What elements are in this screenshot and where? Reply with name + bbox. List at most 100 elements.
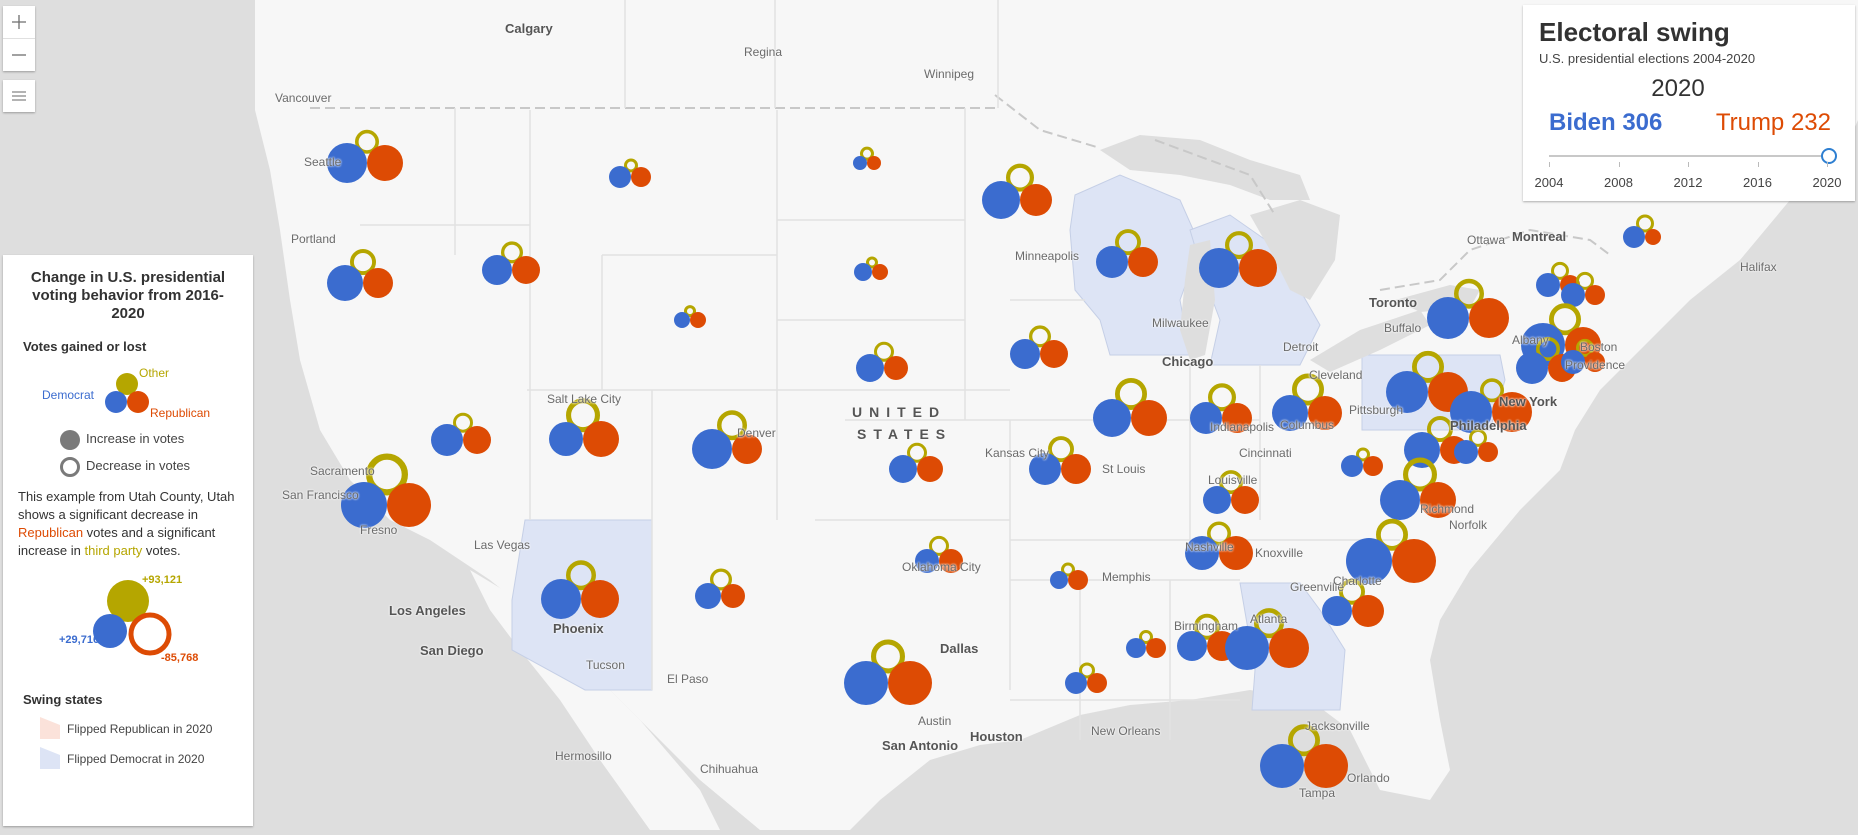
city-label: New York [1499,394,1558,409]
republican-votes-circle[interactable] [1087,673,1107,693]
democrat-votes-circle[interactable] [695,583,721,609]
democrat-votes-circle[interactable] [1536,273,1560,297]
democrat-votes-circle[interactable] [1093,399,1131,437]
democrat-votes-circle[interactable] [549,422,583,456]
zoom-in-button[interactable] [3,6,35,38]
republican-votes-circle[interactable] [1585,285,1605,305]
slider-tick-label[interactable]: 2004 [1535,175,1564,190]
republican-votes-circle[interactable] [1131,400,1167,436]
city-label: Phoenix [553,621,604,636]
example-dem-value: +29,716 [59,634,100,646]
republican-votes-circle[interactable] [387,483,431,527]
year-slider-thumb[interactable] [1821,148,1837,164]
electoral-swing-panel: Electoral swing U.S. presidential electi… [1523,5,1855,201]
republican-votes-circle[interactable] [583,421,619,457]
republican-votes-circle[interactable] [1231,486,1259,514]
republican-votes-circle[interactable] [1363,456,1383,476]
republican-votes-circle[interactable] [690,312,706,328]
republican-votes-circle[interactable] [1352,595,1384,627]
example-rep-value: -85,768 [161,652,199,664]
republican-votes-circle[interactable] [917,456,943,482]
republican-votes-circle[interactable] [1068,570,1088,590]
democrat-votes-circle[interactable] [541,579,581,619]
increase-label: Increase in votes [86,431,185,446]
democrat-votes-circle[interactable] [844,661,888,705]
republican-votes-circle[interactable] [872,264,888,280]
zoom-controls [3,6,35,71]
slider-tick-label[interactable]: 2008 [1604,175,1633,190]
example-republican-highlight: Republican [18,525,84,540]
republican-votes-circle[interactable] [1146,638,1166,658]
city-label: Richmond [1420,502,1475,516]
slider-tick [1757,162,1759,167]
city-label: San Antonio [882,738,959,753]
republican-votes-circle[interactable] [581,580,619,618]
democrat-votes-circle[interactable] [482,255,512,285]
city-label: Salt Lake City [547,392,622,406]
republican-votes-circle[interactable] [1061,454,1091,484]
democrat-votes-circle[interactable] [692,429,732,469]
republican-votes-circle[interactable] [721,584,745,608]
democrat-votes-circle[interactable] [854,263,872,281]
democrat-votes-circle[interactable] [1177,631,1207,661]
democrat-votes-circle[interactable] [1010,339,1040,369]
republican-votes-circle[interactable] [1392,539,1436,583]
republican-votes-circle[interactable] [888,661,932,705]
republican-votes-circle[interactable] [512,256,540,284]
democrat-votes-circle[interactable] [431,424,463,456]
city-label: Kansas City [985,446,1050,460]
democrat-votes-circle[interactable] [853,156,867,170]
vote-change-symbol[interactable] [1260,724,1348,788]
republican-votes-circle[interactable] [1040,340,1068,368]
democrat-votes-circle[interactable] [1203,486,1231,514]
layer-list-button[interactable] [3,80,35,112]
democrat-votes-circle[interactable] [1260,744,1304,788]
city-label: Louisville [1208,473,1258,487]
slider-tick-label[interactable]: 2012 [1674,175,1703,190]
republican-votes-circle[interactable] [1645,229,1661,245]
city-label: Minneapolis [1015,249,1080,263]
republican-votes-circle[interactable] [1020,184,1052,216]
democrat-votes-circle[interactable] [889,455,917,483]
democrat-votes-circle[interactable] [609,166,631,188]
city-label: Providence [1565,358,1626,372]
city-label: Austin [918,714,952,728]
city-label: Tampa [1299,786,1336,800]
democrat-votes-circle[interactable] [1380,480,1420,520]
democrat-votes-circle[interactable] [1322,596,1352,626]
democrat-votes-circle[interactable] [1454,440,1478,464]
swing-states-legend: Flipped Republican in 2020 Flipped Democ… [3,715,253,775]
democrat-votes-circle[interactable] [1065,672,1087,694]
republican-votes-circle[interactable] [1128,247,1158,277]
democrat-votes-circle[interactable] [674,312,690,328]
republican-votes-circle[interactable] [367,145,403,181]
republican-votes-circle[interactable] [1304,744,1348,788]
city-label: Milwaukee [1152,316,1209,330]
zoom-out-button[interactable] [3,38,35,71]
democrat-votes-circle[interactable] [1199,248,1239,288]
democrat-votes-circle[interactable] [1050,571,1068,589]
year-slider-track[interactable] [1549,155,1827,157]
democrat-votes-circle[interactable] [327,265,363,301]
republican-votes-circle[interactable] [1469,298,1509,338]
republican-votes-circle[interactable] [631,167,651,187]
democrat-votes-circle[interactable] [856,354,884,382]
republican-votes-circle[interactable] [884,356,908,380]
republican-votes-circle[interactable] [1478,442,1498,462]
republican-votes-circle[interactable] [363,268,393,298]
republican-votes-circle[interactable] [463,426,491,454]
republican-votes-circle[interactable] [1269,628,1309,668]
democrat-votes-circle[interactable] [1126,638,1146,658]
democrat-votes-circle[interactable] [1427,297,1469,339]
democrat-votes-circle[interactable] [1341,455,1363,477]
slider-tick-label[interactable]: 2020 [1813,175,1842,190]
republican-votes-circle[interactable] [867,156,881,170]
democrat-votes-circle[interactable] [982,181,1020,219]
democrat-votes-circle[interactable] [1096,246,1128,278]
democrat-votes-circle[interactable] [1623,226,1645,248]
city-label: Chihuahua [700,762,759,776]
slider-tick-label[interactable]: 2016 [1743,175,1772,190]
democrat-votes-circle[interactable] [1516,352,1548,384]
minus-icon [12,54,26,56]
republican-votes-circle[interactable] [1239,249,1277,287]
